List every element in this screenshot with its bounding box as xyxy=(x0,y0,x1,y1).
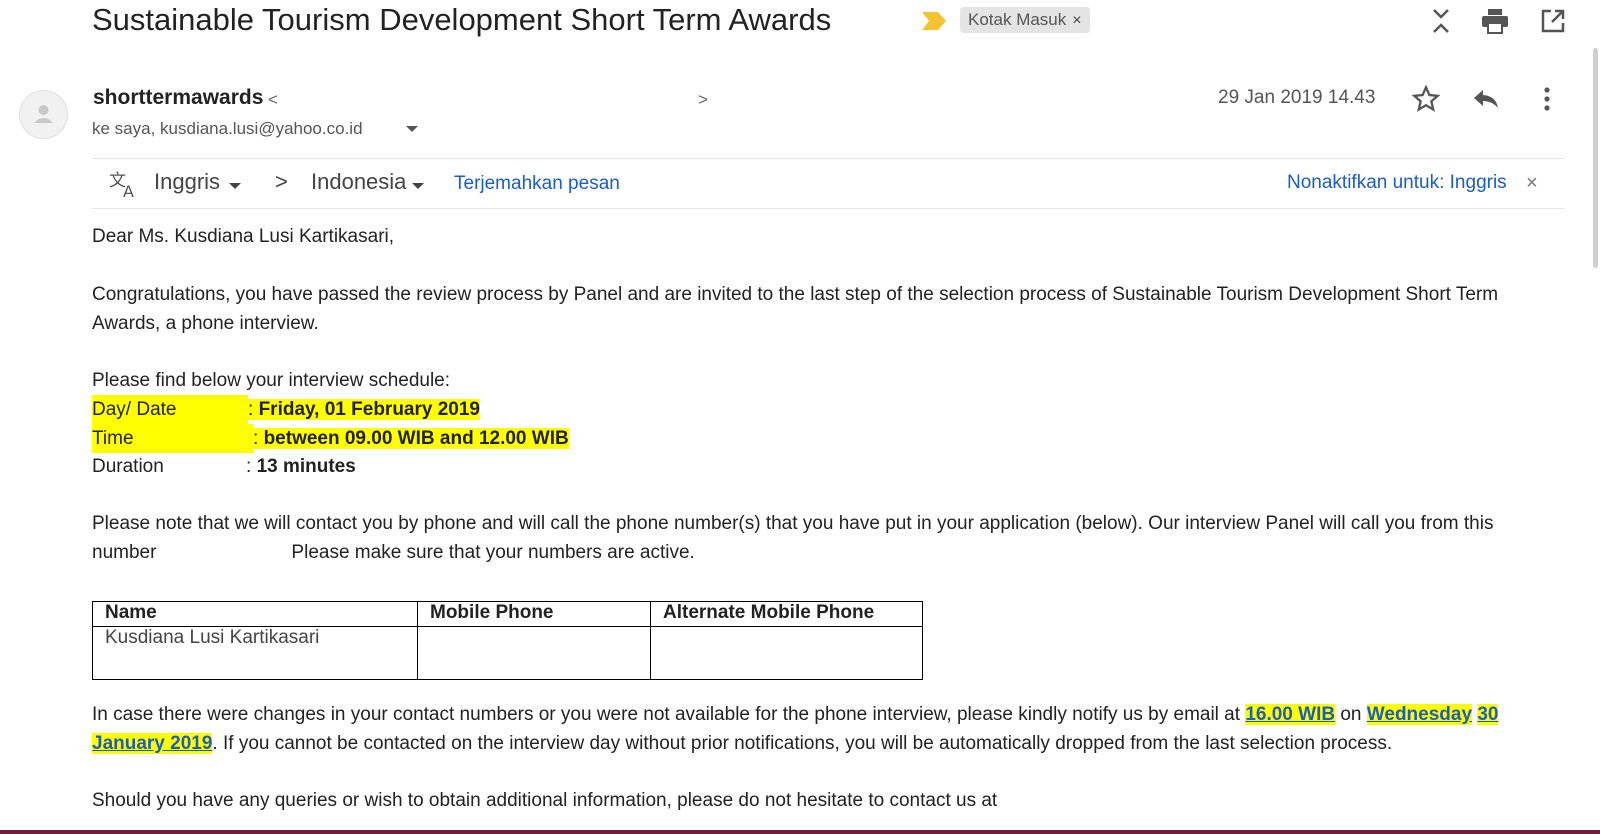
email-datetime: 29 Jan 2019 14.43 xyxy=(1218,87,1376,108)
schedule-intro: Please find below your interview schedul… xyxy=(92,370,451,391)
bottom-border xyxy=(0,830,1600,834)
schedule-value: Friday, 01 February 2019 xyxy=(258,399,480,420)
column-header: Mobile Phone xyxy=(417,601,651,627)
target-language-dropdown-icon[interactable] xyxy=(412,183,424,189)
contact-numbers-table: Name Mobile Phone Alternate Mobile Phone… xyxy=(92,601,923,680)
avatar[interactable] xyxy=(19,90,68,139)
schedule-label: Time xyxy=(92,424,253,453)
paragraph-congratulations: Congratulations, you have passed the rev… xyxy=(92,284,1499,334)
recipients: ke saya, kusdiana.lusi@yahoo.co.id xyxy=(92,119,363,138)
more-vert-icon[interactable] xyxy=(1530,82,1564,116)
svg-text:A: A xyxy=(123,182,134,198)
recipient-details-dropdown-icon[interactable] xyxy=(406,126,418,132)
reply-icon[interactable] xyxy=(1469,82,1503,116)
paragraph-queries: Should you have any queries or wish to o… xyxy=(92,790,998,811)
collapse-expand-icon[interactable] xyxy=(1426,6,1456,36)
table-cell-alternate xyxy=(650,626,923,680)
source-language-select[interactable]: Inggris xyxy=(154,169,220,195)
changes-notice-on: on xyxy=(1340,704,1362,725)
contact-note-reminder: Please make sure that your numbers are a… xyxy=(291,542,695,563)
translate-icon: 文 A xyxy=(109,171,134,198)
schedule-label: Duration xyxy=(92,456,164,477)
paragraph-changes-notice: In case there were changes in your conta… xyxy=(92,700,1547,758)
schedule-separator: : xyxy=(246,456,257,477)
sender-email-open: < xyxy=(268,90,278,109)
schedule-label: Day/ Date xyxy=(92,395,248,424)
divider xyxy=(92,208,1565,209)
schedule-separator: : xyxy=(253,428,264,449)
sender-email-close: > xyxy=(698,90,708,109)
table-cell-name: Kusdiana Lusi Kartikasari xyxy=(92,626,418,680)
deadline-day-link[interactable]: Wednesday xyxy=(1366,704,1473,725)
schedule-row-date: Day/ Date: Friday, 01 February 2019 xyxy=(92,395,480,424)
print-icon[interactable] xyxy=(1480,6,1510,36)
table-cell-mobile xyxy=(417,626,651,680)
star-icon[interactable] xyxy=(1409,82,1443,116)
column-header: Alternate Mobile Phone xyxy=(650,601,923,627)
column-header: Name xyxy=(92,601,418,627)
table-row: Kusdiana Lusi Kartikasari xyxy=(92,626,923,680)
remove-label-button[interactable]: × xyxy=(1072,12,1081,29)
changes-notice-text: In case there were changes in your conta… xyxy=(92,704,1241,725)
scrollbar[interactable] xyxy=(1593,48,1598,268)
person-icon xyxy=(34,105,53,123)
disable-translation-link[interactable]: Nonaktifkan untuk: Inggris xyxy=(1287,172,1507,194)
greeting: Dear Ms. Kusdiana Lusi Kartikasari, xyxy=(92,226,395,247)
schedule-row-time: Time: between 09.00 WIB and 12.00 WIB xyxy=(92,424,569,453)
label-chip-inbox: Kotak Masuk × xyxy=(960,7,1090,33)
deadline-time-link[interactable]: 16.00 WIB xyxy=(1245,704,1336,725)
changes-notice-rest: . If you cannot be contacted on the inte… xyxy=(212,733,1393,754)
table-header-row: Name Mobile Phone Alternate Mobile Phone xyxy=(92,601,923,627)
sender-name[interactable]: shorttermawards xyxy=(93,86,263,110)
email-subject: Sustainable Tourism Development Short Te… xyxy=(92,2,832,37)
divider xyxy=(92,158,1565,159)
language-arrow-icon: > xyxy=(275,169,288,194)
schedule-value: 13 minutes xyxy=(256,456,356,477)
open-new-window-icon[interactable] xyxy=(1538,6,1568,36)
close-translate-bar-button[interactable]: × xyxy=(1526,172,1538,195)
schedule-row-duration: Duration: 13 minutes xyxy=(92,452,356,481)
source-language-dropdown-icon[interactable] xyxy=(229,183,241,189)
translate-message-link[interactable]: Terjemahkan pesan xyxy=(454,173,620,195)
schedule-separator: : xyxy=(248,399,259,420)
important-marker-icon[interactable] xyxy=(922,12,946,30)
paragraph-contact-note: Please note that we will contact you by … xyxy=(92,509,1542,567)
label-chip-text: Kotak Masuk xyxy=(968,10,1067,29)
target-language-select[interactable]: Indonesia xyxy=(311,169,406,195)
schedule-value: between 09.00 WIB and 12.00 WIB xyxy=(263,428,569,449)
